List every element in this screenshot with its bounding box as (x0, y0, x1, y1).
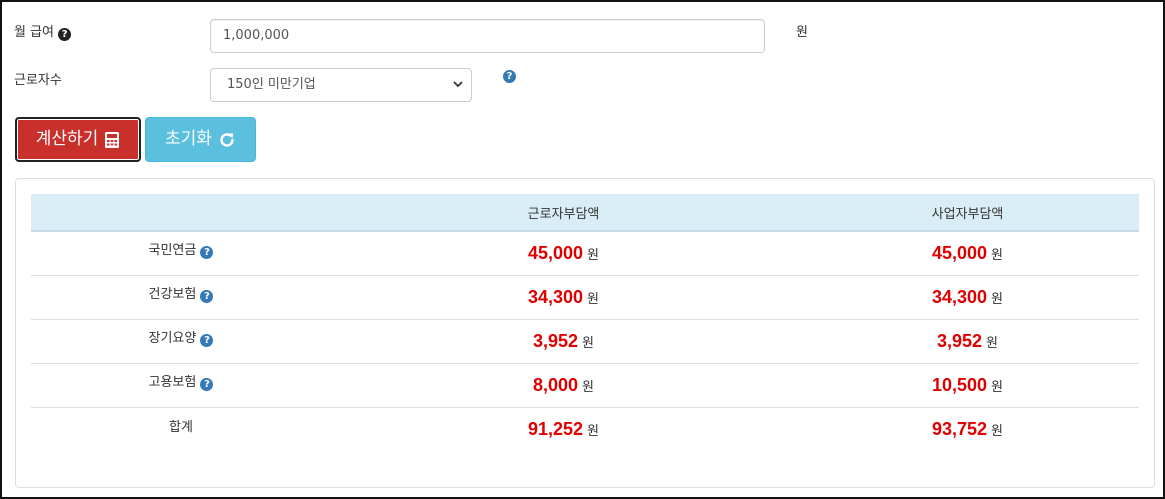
table-row: 국민연금 ? 45,000 원 45,000 원 (31, 231, 1139, 276)
question-circle-icon[interactable]: ? (200, 290, 214, 303)
employer-amount-cell: 34,300 원 (796, 275, 1139, 320)
employer-amount: 10,500 (931, 374, 988, 395)
salary-label-group: 월 급여 ? (14, 21, 72, 41)
won-unit: 원 (587, 291, 600, 307)
reset-button-label: 초기화 (165, 129, 212, 149)
header-employer: 사업자부담액 (796, 194, 1139, 232)
row-label-cell: 합계 (31, 407, 331, 451)
employee-amount-cell: 3,952 원 (331, 319, 796, 364)
question-circle-icon[interactable]: ? (58, 28, 72, 41)
won-unit: 원 (991, 291, 1004, 307)
row-label-cell: 고용보험 ? (31, 363, 331, 408)
employee-amount-cell: 8,000 원 (331, 363, 796, 408)
row-label: 고용보험 (148, 375, 197, 390)
won-unit: 원 (587, 247, 600, 263)
page-frame: 월 급여 ? 1,000,000 원 근로자수 150인 미만기업 ? 계산하기… (0, 0, 1165, 499)
won-unit: 원 (986, 335, 998, 351)
employer-amount-cell: 10,500 원 (796, 363, 1139, 408)
employee-amount: 3,952 (532, 330, 579, 351)
row-label-cell: 건강보험 ? (31, 275, 331, 320)
workers-help-icon[interactable]: ? (503, 70, 516, 83)
table-row-total: 합계 91,252 원 93,752 원 (31, 407, 1139, 451)
header-employee: 근로자부담액 (331, 194, 796, 232)
employer-amount-cell: 3,952 원 (796, 319, 1139, 364)
calculator-icon (105, 131, 120, 148)
workers-select-value: 150인 미만기업 (227, 77, 316, 92)
won-unit: 원 (582, 335, 594, 351)
row-label-cell: 국민연금 ? (31, 231, 331, 276)
table-row: 고용보험 ? 8,000 원 10,500 원 (31, 363, 1139, 408)
total-label: 합계 (169, 419, 193, 435)
row-label-cell: 장기요양 ? (31, 319, 331, 364)
row-label: 장기요양 (148, 331, 197, 346)
employee-amount: 8,000 (532, 374, 579, 395)
employee-amount-cell: 34,300 원 (331, 275, 796, 320)
table-row: 장기요양 ? 3,952 원 3,952 원 (31, 319, 1139, 364)
refresh-icon (220, 132, 234, 147)
employee-amount: 34,300 (527, 286, 584, 307)
salary-input[interactable]: 1,000,000 (210, 19, 765, 53)
calculate-button[interactable]: 계산하기 (15, 117, 141, 162)
chevron-down-icon (453, 81, 463, 88)
employer-amount: 45,000 (931, 242, 988, 263)
calculate-button-label: 계산하기 (35, 129, 99, 149)
won-unit: 원 (991, 423, 1004, 439)
employee-total: 91,252 (527, 418, 584, 439)
result-panel: 근로자부담액 사업자부담액 국민연금 ? 45,000 원 45,000 원 건강보… (15, 178, 1155, 488)
employer-amount: 3,952 (936, 330, 983, 351)
won-unit: 원 (991, 379, 1004, 395)
header-empty (31, 194, 331, 232)
table-row: 건강보험 ? 34,300 원 34,300 원 (31, 275, 1139, 320)
workers-label: 근로자수 (14, 73, 62, 88)
row-label: 건강보험 (148, 287, 197, 302)
reset-button[interactable]: 초기화 (145, 117, 256, 162)
question-circle-icon[interactable]: ? (200, 334, 214, 347)
salary-label: 월 급여 (14, 25, 55, 40)
table-header-row: 근로자부담액 사업자부담액 (31, 194, 1139, 232)
result-table: 근로자부담액 사업자부담액 국민연금 ? 45,000 원 45,000 원 건강보… (31, 194, 1139, 451)
employee-amount: 45,000 (527, 242, 584, 263)
employee-amount-cell: 45,000 원 (331, 231, 796, 276)
workers-select[interactable]: 150인 미만기업 (210, 68, 472, 102)
salary-unit: 원 (796, 25, 808, 40)
question-circle-icon[interactable]: ? (200, 378, 214, 391)
employer-total-cell: 93,752 원 (796, 407, 1139, 451)
won-unit: 원 (587, 423, 600, 439)
employer-amount-cell: 45,000 원 (796, 231, 1139, 276)
row-label: 국민연금 (148, 243, 197, 259)
employer-amount: 34,300 (931, 286, 988, 307)
question-circle-icon[interactable]: ? (200, 246, 214, 260)
won-unit: 원 (991, 247, 1004, 263)
won-unit: 원 (582, 379, 594, 395)
employer-total: 93,752 (931, 418, 988, 439)
employee-total-cell: 91,252 원 (331, 407, 796, 451)
